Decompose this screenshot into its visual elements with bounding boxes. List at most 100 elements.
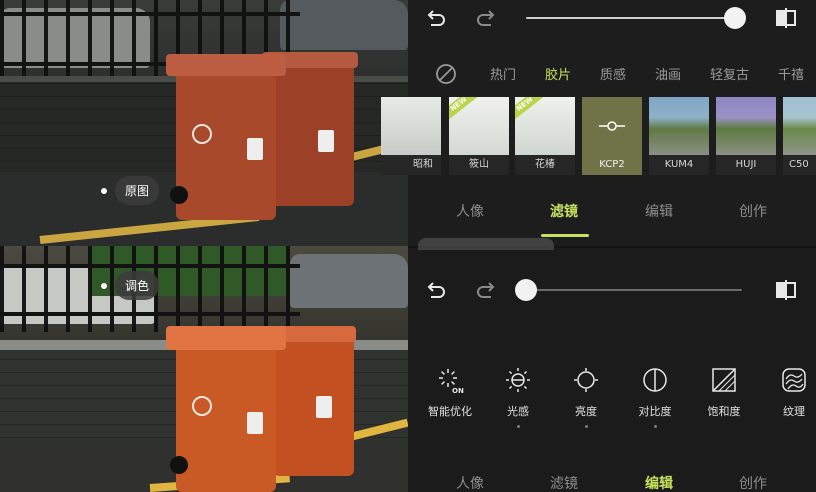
tool-label: 亮度: [575, 405, 597, 418]
active-tab-indicator: [541, 234, 589, 237]
adjusted-photo: 调色: [0, 246, 408, 492]
filter-thumbnails: 昭和 NEW 筱山 NEW 花椿 KCP2 KUM4 HUJI C50: [381, 97, 816, 177]
filter-thumb-selected[interactable]: KCP2: [582, 97, 642, 175]
filter-label: HUJI: [716, 155, 776, 175]
recycle-logo: [192, 396, 212, 416]
adjust-slider-icon: [599, 121, 625, 131]
main-tabs-top: 人像 滤镜 编辑 创作: [408, 196, 816, 226]
bottom-sheet-handle: [418, 238, 554, 250]
compare-icon[interactable]: [774, 278, 798, 302]
tab-filter[interactable]: 滤镜: [550, 201, 578, 221]
fence-rail: [0, 12, 300, 16]
bin-lid: [166, 54, 286, 76]
tool-contrast[interactable]: 对比度: [625, 366, 685, 428]
undo-icon[interactable]: [424, 6, 448, 30]
adjusted-label: 调色: [115, 271, 160, 300]
tool-label: 光感: [507, 405, 529, 418]
filter-label: KCP2: [582, 155, 642, 175]
app-screen: 原图 调色 热门 胶片 质感 油画 轻复古 千禧 昭和 NEW 筱山 NEW 花…: [0, 0, 816, 492]
bin-sticker: [316, 396, 332, 418]
trash-bin: [274, 334, 354, 476]
filter-label: 昭和: [381, 155, 441, 175]
auto-enhance-icon: ON: [436, 366, 464, 394]
filter-intensity-knob[interactable]: [724, 7, 746, 29]
filter-thumb[interactable]: 昭和: [381, 97, 441, 175]
filter-thumb[interactable]: C50: [783, 97, 816, 175]
contrast-icon: [641, 366, 669, 394]
main-tabs-bottom: 人像 滤镜 编辑 创作: [408, 468, 816, 492]
adjusted-tag: 调色: [101, 271, 160, 300]
tab-portrait[interactable]: 人像: [456, 201, 484, 221]
tool-saturation[interactable]: 饱和度: [694, 366, 754, 419]
original-photo: 原图: [0, 0, 408, 246]
filter-category-bar: 热门 胶片 质感 油画 轻复古 千禧: [408, 60, 816, 84]
modified-dot: [653, 425, 657, 428]
filter-thumb[interactable]: NEW 花椿: [515, 97, 575, 175]
compare-icon[interactable]: [774, 6, 798, 30]
saturation-icon: [710, 366, 738, 394]
filter-toolbar: [408, 0, 816, 36]
edit-panel: ON 智能优化 光感 亮度 对比度 饱和度 纹理 人像 滤镜 编辑 创作: [408, 246, 816, 492]
filter-category-oil[interactable]: 油画: [655, 64, 681, 83]
tab-edit[interactable]: 编辑: [645, 473, 673, 492]
filter-thumb[interactable]: HUJI: [716, 97, 776, 175]
fence-rail: [0, 264, 300, 268]
filter-thumb[interactable]: NEW 筱山: [449, 97, 509, 175]
filter-panel: 热门 胶片 质感 油画 轻复古 千禧 昭和 NEW 筱山 NEW 花椿 KCP2…: [381, 0, 816, 246]
no-filter-icon[interactable]: [434, 62, 458, 86]
tab-edit[interactable]: 编辑: [645, 201, 673, 221]
filter-category-film[interactable]: 胶片: [545, 64, 571, 83]
redo-icon[interactable]: [474, 278, 498, 302]
adjust-value-track[interactable]: [526, 289, 742, 291]
original-label: 原图: [115, 176, 160, 205]
bin-sticker: [318, 130, 334, 152]
filter-category-retro[interactable]: 轻复古: [710, 64, 749, 83]
filter-category-hot[interactable]: 热门: [490, 64, 516, 83]
filter-category-millennium[interactable]: 千禧: [778, 64, 804, 83]
svg-text:ON: ON: [452, 387, 464, 394]
tool-label: 对比度: [638, 405, 672, 418]
edit-toolbar: [408, 272, 816, 308]
filter-intensity-track[interactable]: [526, 17, 742, 19]
filter-label: KUM4: [649, 155, 709, 175]
undo-icon[interactable]: [424, 278, 448, 302]
modified-dot: [584, 425, 588, 428]
texture-icon: [780, 366, 808, 394]
tool-light[interactable]: 光感: [488, 366, 548, 428]
light-icon: [504, 366, 532, 394]
edit-tools: ON 智能优化 光感 亮度 对比度 饱和度 纹理: [408, 366, 816, 436]
trash-bin: [268, 58, 354, 206]
tool-label: 智能优化: [428, 405, 472, 418]
redo-icon[interactable]: [474, 6, 498, 30]
tag-dot: [101, 187, 107, 194]
tool-label: 饱和度: [707, 405, 741, 418]
brightness-icon: [572, 366, 600, 394]
tab-create[interactable]: 创作: [739, 201, 767, 221]
bin-sticker: [247, 138, 263, 160]
bin-lid: [166, 326, 286, 350]
recycle-logo: [192, 124, 212, 144]
bin-wheel: [170, 186, 188, 204]
tab-portrait[interactable]: 人像: [456, 473, 484, 492]
selected-preview: [582, 97, 642, 155]
original-tag: 原图: [101, 176, 160, 205]
landscape-preview: [649, 97, 709, 155]
filter-label: 筱山: [449, 155, 509, 175]
fence-rail: [0, 312, 300, 316]
filter-category-texture[interactable]: 质感: [600, 64, 626, 83]
filter-label: 花椿: [515, 155, 575, 175]
filter-label: C50: [783, 155, 816, 175]
tab-create[interactable]: 创作: [739, 473, 767, 492]
tool-texture[interactable]: 纹理: [764, 366, 816, 419]
landscape-preview: [716, 97, 776, 155]
portrait-preview: [381, 97, 441, 155]
filter-thumb[interactable]: KUM4: [649, 97, 709, 175]
tag-dot: [101, 282, 107, 289]
tool-brightness[interactable]: 亮度: [556, 366, 616, 428]
tab-filter[interactable]: 滤镜: [550, 473, 578, 492]
bin-wheel: [170, 456, 188, 474]
tool-auto-enhance[interactable]: ON 智能优化: [420, 366, 480, 419]
adjust-value-knob[interactable]: [515, 279, 537, 301]
landscape-preview: [783, 97, 816, 155]
modified-dot: [516, 425, 520, 428]
